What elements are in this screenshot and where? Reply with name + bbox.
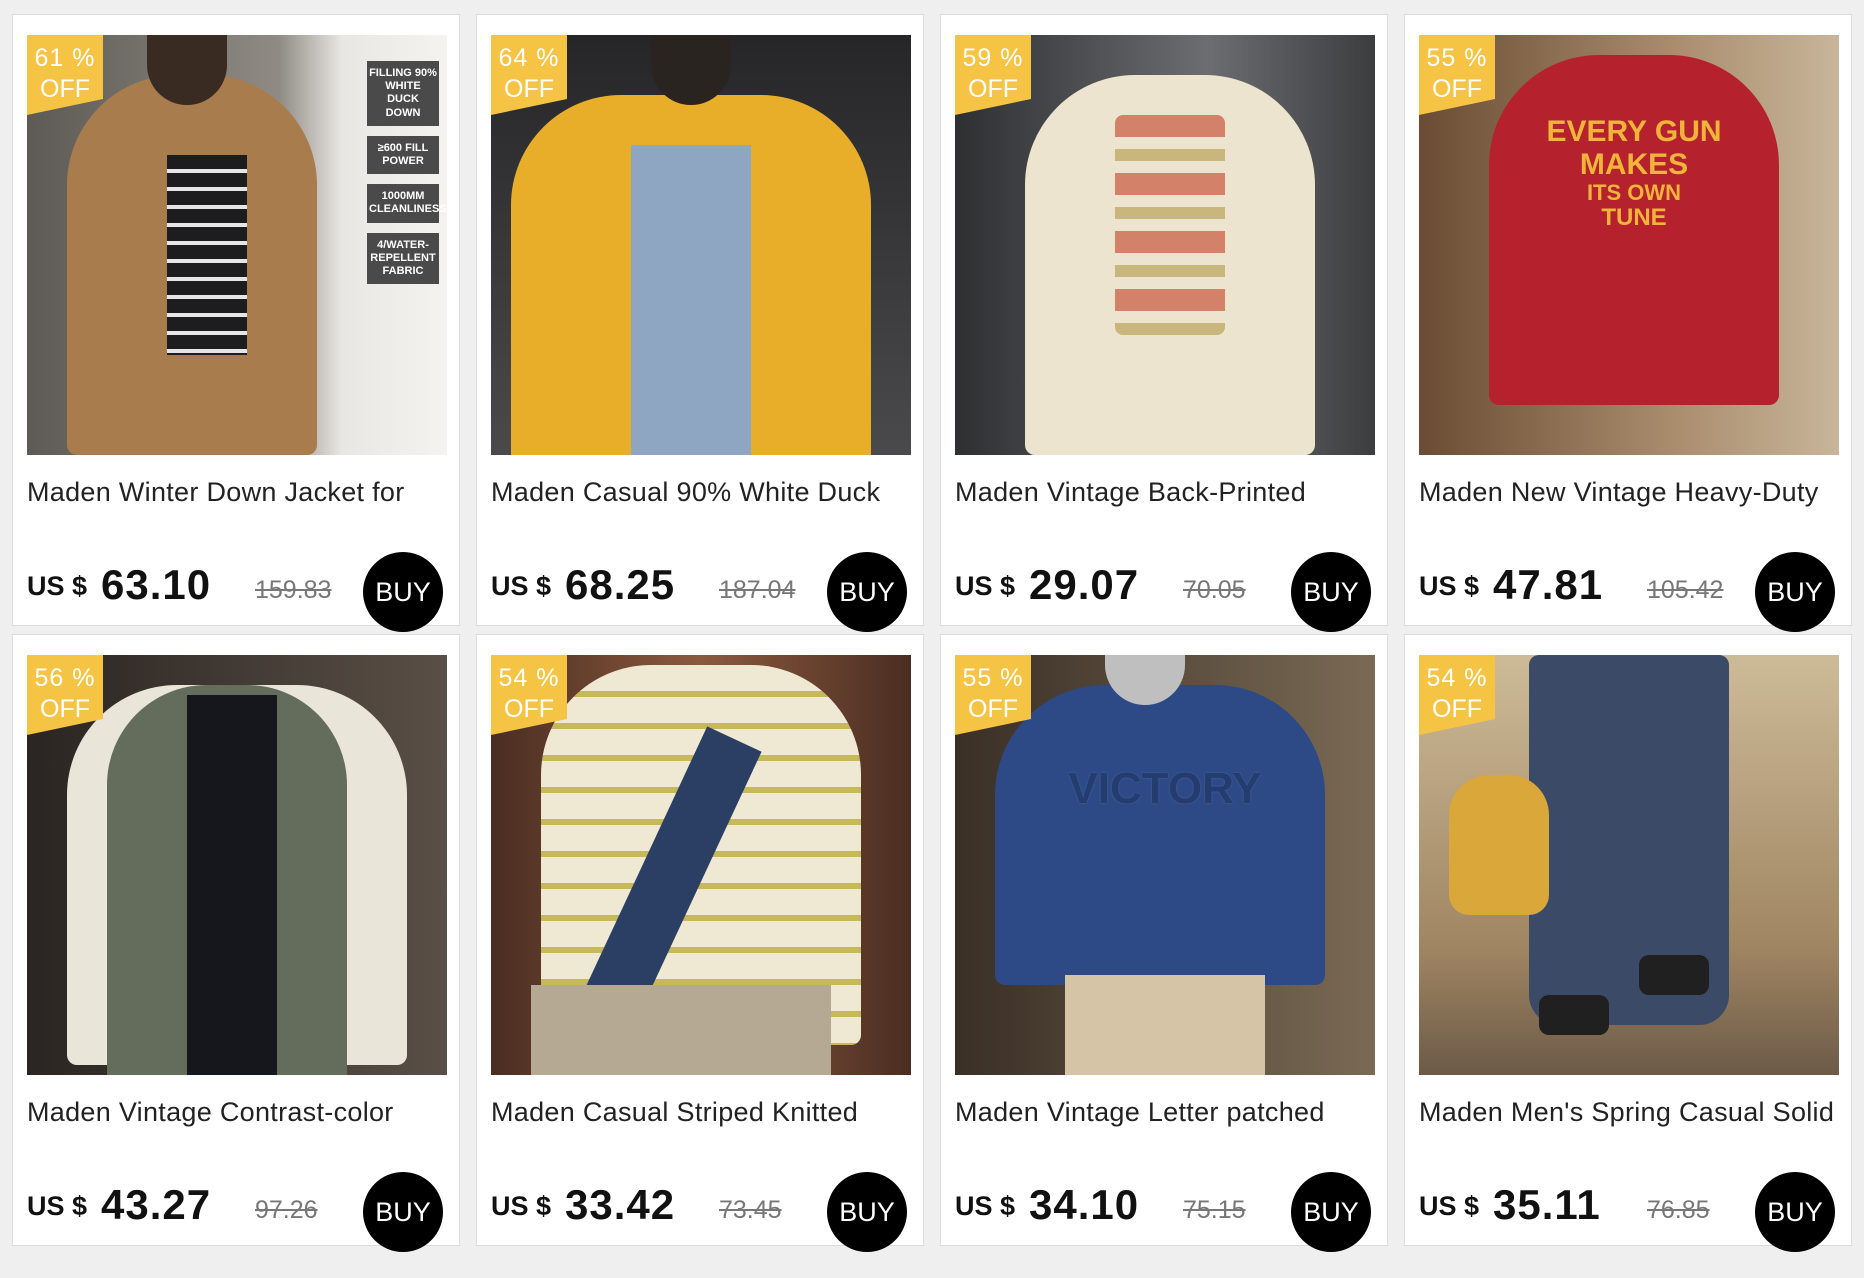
currency-label: US $ bbox=[955, 1191, 1016, 1221]
sneaker bbox=[1639, 955, 1709, 995]
buy-button[interactable]: BUY bbox=[363, 552, 443, 632]
product-card[interactable]: 59 % OFF Maden Vintage Back-Printed US $… bbox=[940, 14, 1388, 632]
discount-off-label: OFF bbox=[504, 75, 554, 103]
discount-off-label: OFF bbox=[1432, 75, 1482, 103]
product-title[interactable]: Maden Vintage Back-Printed bbox=[955, 477, 1385, 511]
discount-off-label: OFF bbox=[40, 75, 90, 103]
product-image[interactable]: 54 % OFF bbox=[1419, 655, 1839, 1075]
currency-label: US $ bbox=[1419, 1191, 1480, 1221]
product-image[interactable]: VICTORY 55 % OFF bbox=[955, 655, 1375, 1075]
sale-price: 29.07 bbox=[1029, 561, 1140, 608]
discount-percent: 55 % bbox=[962, 664, 1024, 692]
product-card[interactable]: 54 % OFF Maden Casual Striped Knitted US… bbox=[476, 634, 924, 1252]
product-card[interactable]: 64 % OFF Maden Casual 90% White Duck US … bbox=[476, 14, 924, 632]
discount-off-label: OFF bbox=[968, 75, 1018, 103]
product-title[interactable]: Maden Casual 90% White Duck bbox=[491, 477, 921, 511]
product-image[interactable]: 64 % OFF bbox=[491, 35, 911, 455]
original-price: 76.85 bbox=[1647, 1196, 1710, 1224]
sale-price: 33.42 bbox=[565, 1181, 676, 1228]
print-line: MAKES bbox=[1579, 148, 1689, 181]
discount-percent: 61 % bbox=[34, 44, 96, 72]
original-price: 97.26 bbox=[255, 1196, 318, 1224]
product-title[interactable]: Maden Vintage Letter patched bbox=[955, 1097, 1385, 1131]
sale-price: 47.81 bbox=[1493, 561, 1604, 608]
product-image[interactable]: FILLING 90% WHITE DUCK DOWN ≥600 FILL PO… bbox=[27, 35, 447, 455]
buy-button[interactable]: BUY bbox=[363, 1172, 443, 1252]
original-price: 105.42 bbox=[1647, 576, 1724, 604]
currency-label: US $ bbox=[1419, 571, 1480, 601]
sneaker bbox=[1539, 995, 1609, 1035]
discount-percent: 56 % bbox=[34, 664, 96, 692]
product-card[interactable]: FILLING 90% WHITE DUCK DOWN ≥600 FILL PO… bbox=[12, 14, 460, 632]
spec-panel: FILLING 90% WHITE DUCK DOWN ≥600 FILL PO… bbox=[367, 61, 447, 294]
spec-fabric: 4/WATER-REPELLENT FABRIC bbox=[367, 232, 439, 285]
product-title[interactable]: Maden Men's Spring Casual Solid bbox=[1419, 1097, 1849, 1131]
product-image[interactable]: 54 % OFF bbox=[491, 655, 911, 1075]
print-line: ITS OWN bbox=[1586, 180, 1682, 205]
buy-button[interactable]: BUY bbox=[1755, 1172, 1835, 1252]
trousers bbox=[1065, 975, 1265, 1075]
currency-label: US $ bbox=[491, 1191, 552, 1221]
discount-percent: 59 % bbox=[962, 44, 1024, 72]
original-price: 70.05 bbox=[1183, 576, 1246, 604]
discount-off-label: OFF bbox=[504, 695, 554, 723]
back-print-text: EVERY GUN MAKES ITS OWN TUNE bbox=[1529, 115, 1739, 255]
original-price: 75.15 bbox=[1183, 1196, 1246, 1224]
discount-off-label: OFF bbox=[1432, 695, 1482, 723]
black-tee bbox=[187, 695, 277, 1075]
product-title[interactable]: Maden Winter Down Jacket for bbox=[27, 477, 457, 511]
sale-price: 35.11 bbox=[1493, 1181, 1601, 1228]
spec-filling: FILLING 90% WHITE DUCK DOWN bbox=[367, 61, 439, 126]
sale-price: 68.25 bbox=[565, 561, 676, 608]
print-line: EVERY GUN bbox=[1546, 115, 1722, 148]
product-card[interactable]: EVERY GUN MAKES ITS OWN TUNE 55 % OFF Ma… bbox=[1404, 14, 1852, 632]
back-print-graphic bbox=[1115, 115, 1225, 335]
product-grid: FILLING 90% WHITE DUCK DOWN ≥600 FILL PO… bbox=[0, 0, 1864, 1278]
trousers bbox=[531, 985, 831, 1075]
buy-button[interactable]: BUY bbox=[1291, 552, 1371, 632]
discount-percent: 54 % bbox=[498, 664, 560, 692]
sale-price: 43.27 bbox=[101, 1181, 212, 1228]
tote-bag bbox=[1449, 775, 1549, 915]
discount-off-label: OFF bbox=[968, 695, 1018, 723]
sale-price: 63.10 bbox=[101, 561, 212, 608]
discount-off-label: OFF bbox=[40, 695, 90, 723]
spec-cleanliness: 1000MM CLEANLINESS bbox=[367, 184, 447, 223]
spec-fill-power: ≥600 FILL POWER bbox=[367, 135, 439, 175]
product-title[interactable]: Maden New Vintage Heavy-Duty bbox=[1419, 477, 1849, 511]
buy-button[interactable]: BUY bbox=[1755, 552, 1835, 632]
striped-shirt bbox=[167, 155, 247, 355]
original-price: 159.83 bbox=[255, 576, 332, 604]
original-price: 73.45 bbox=[719, 1196, 782, 1224]
product-card[interactable]: 56 % OFF Maden Vintage Contrast-color US… bbox=[12, 634, 460, 1252]
currency-label: US $ bbox=[27, 1191, 88, 1221]
discount-percent: 64 % bbox=[498, 44, 560, 72]
print-line: TUNE bbox=[1601, 204, 1667, 232]
original-price: 187.04 bbox=[719, 576, 796, 604]
currency-label: US $ bbox=[955, 571, 1016, 601]
currency-label: US $ bbox=[27, 571, 88, 601]
discount-percent: 55 % bbox=[1426, 44, 1488, 72]
product-card[interactable]: 54 % OFF Maden Men's Spring Casual Solid… bbox=[1404, 634, 1852, 1252]
denim-shirt bbox=[631, 145, 751, 455]
product-image[interactable]: 59 % OFF bbox=[955, 35, 1375, 455]
product-title[interactable]: Maden Vintage Contrast-color bbox=[27, 1097, 457, 1131]
sale-price: 34.10 bbox=[1029, 1181, 1140, 1228]
discount-percent: 54 % bbox=[1426, 664, 1488, 692]
product-card[interactable]: VICTORY 55 % OFF Maden Vintage Letter pa… bbox=[940, 634, 1388, 1252]
letter-patch: VICTORY bbox=[1068, 764, 1262, 813]
product-image[interactable]: 56 % OFF bbox=[27, 655, 447, 1075]
buy-button[interactable]: BUY bbox=[1291, 1172, 1371, 1252]
buy-button[interactable]: BUY bbox=[827, 1172, 907, 1252]
buy-button[interactable]: BUY bbox=[827, 552, 907, 632]
product-title[interactable]: Maden Casual Striped Knitted bbox=[491, 1097, 921, 1131]
product-image[interactable]: EVERY GUN MAKES ITS OWN TUNE 55 % OFF bbox=[1419, 35, 1839, 455]
currency-label: US $ bbox=[491, 571, 552, 601]
